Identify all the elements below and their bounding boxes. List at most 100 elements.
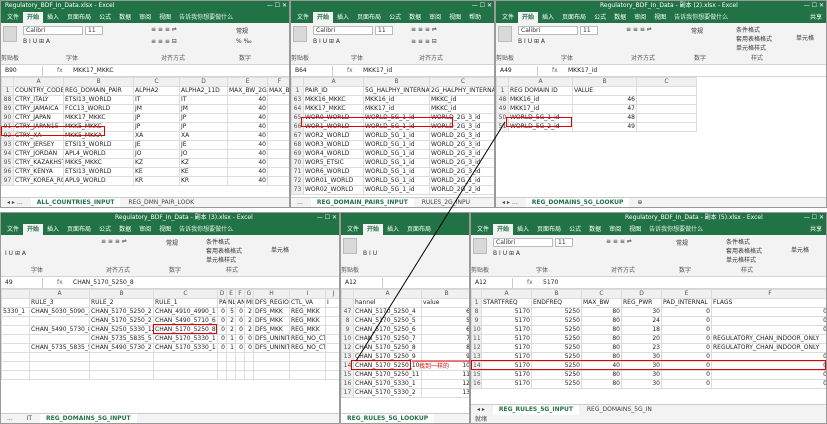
cell[interactable]: 80	[581, 316, 622, 326]
paste-icon[interactable]	[293, 26, 307, 42]
cell[interactable]: 5170	[481, 343, 532, 353]
cell[interactable]: 0	[217, 316, 227, 326]
cell[interactable]: WORLD_2G_3_id	[429, 149, 494, 159]
number-format[interactable]: 常规	[676, 238, 688, 247]
cell[interactable]: 2	[226, 316, 236, 326]
sheet-tab[interactable]: REG_DOMAINS_5G_IN	[581, 405, 658, 415]
tab-formulas[interactable]: 公式	[590, 12, 610, 23]
fx-icon[interactable]: fx	[57, 66, 63, 76]
cell[interactable]	[1, 316, 30, 326]
cell-style-button[interactable]: 单元格样式	[726, 255, 756, 264]
tab-page-layout[interactable]: 页面布局	[558, 12, 590, 23]
align-buttons[interactable]: ≡ ≡ ≡ ⇌	[606, 238, 632, 245]
cell[interactable]	[289, 352, 326, 362]
row-header[interactable]: 71	[291, 167, 304, 177]
cell[interactable]: CHAN_5030_5090_1	[29, 307, 90, 317]
column-header[interactable]	[496, 77, 509, 87]
row-header[interactable]: 70	[291, 158, 304, 168]
table-format-button[interactable]: 套用表格格式	[206, 246, 242, 255]
paste-icon[interactable]	[498, 26, 512, 42]
cell[interactable]: value	[421, 298, 469, 308]
cell[interactable]	[267, 95, 289, 105]
cell[interactable]: 0	[661, 325, 712, 335]
cell[interactable]: RULE_3	[29, 298, 90, 308]
sheet-nav-icon[interactable]: ◂ ▸ …	[1, 198, 29, 207]
cell[interactable]: 1	[226, 334, 236, 344]
row-header[interactable]	[341, 298, 354, 308]
tab-home[interactable]: 开始	[493, 224, 514, 235]
cell[interactable]: CHAN_5170_5330_1	[153, 343, 218, 353]
column-header[interactable]: E	[226, 289, 236, 299]
row-header[interactable]: 8	[341, 316, 354, 326]
cell[interactable]: CHAN_5170_5250_6	[353, 325, 422, 335]
cell[interactable]: 5330_1	[1, 307, 30, 317]
cell[interactable]: WORLD_2G_3_id	[429, 140, 494, 150]
cell-style-button[interactable]: 单元格样式	[206, 255, 236, 264]
cell[interactable]: 0	[235, 334, 245, 344]
cell[interactable]	[217, 361, 227, 371]
column-header[interactable]: F	[711, 289, 826, 299]
tab-file[interactable]: 文件	[498, 12, 518, 23]
font-style-buttons[interactable]: B I U ⊞ A	[313, 38, 340, 45]
font-style-buttons[interactable]: I U ⊞ A	[5, 250, 26, 257]
align-buttons[interactable]: ≡ ≡ ≡ ⇌	[411, 26, 437, 33]
cell[interactable]: CHAN_5170_5250_8	[353, 343, 422, 353]
column-header[interactable]	[291, 77, 304, 87]
cell[interactable]	[217, 352, 227, 362]
sheet-tab[interactable]: REG_DOMAIN_PAIRS_INPUT	[310, 198, 414, 207]
tab-help[interactable]: 帮助	[465, 12, 485, 23]
cell[interactable]: NL	[226, 298, 236, 308]
column-header[interactable]: I	[289, 289, 326, 299]
column-header[interactable]: F	[235, 289, 245, 299]
font-name-box[interactable]: Calibri	[313, 26, 373, 35]
cell[interactable]	[267, 113, 289, 123]
column-header[interactable]: D	[217, 289, 227, 299]
tab-file[interactable]: 文件	[473, 224, 493, 235]
cell[interactable]: REG_MKK	[289, 316, 326, 326]
tab-view[interactable]: 视图	[155, 224, 175, 235]
cell[interactable]: 5250	[531, 307, 582, 317]
cell[interactable]	[636, 122, 697, 132]
fx-icon[interactable]: fx	[347, 66, 353, 76]
cell[interactable]	[267, 149, 289, 159]
tab-home[interactable]: 开始	[518, 12, 539, 23]
cell[interactable]: PA	[217, 298, 227, 308]
tab-file[interactable]: 文件	[3, 224, 23, 235]
conditional-format-button[interactable]: 条件格式	[206, 237, 230, 246]
cell[interactable]: 0	[711, 307, 826, 317]
cell[interactable]: 5170	[481, 316, 532, 326]
font-name-box[interactable]: Calibri	[518, 26, 578, 35]
cell[interactable]: JO	[133, 149, 180, 159]
tab-page-layout[interactable]: 页面布局	[63, 12, 95, 23]
cell-style-button[interactable]: 单元格样式	[736, 43, 766, 52]
cell[interactable]: 5250	[531, 316, 582, 326]
conditional-format-button[interactable]: 条件格式	[736, 25, 760, 34]
cell[interactable]: 80	[581, 379, 622, 389]
cell[interactable]: 30	[621, 307, 662, 317]
cell[interactable]: DFS_REGION	[253, 298, 290, 308]
row-header[interactable]: 15	[471, 370, 482, 380]
column-header[interactable]: A	[29, 289, 90, 299]
cell[interactable]: WOR02_WORLD	[303, 185, 364, 195]
cell[interactable]: 0	[235, 325, 245, 335]
cell[interactable]: KE	[133, 167, 180, 177]
cell[interactable]: WORLD_5G_1_id	[363, 149, 430, 159]
column-header[interactable]: C	[133, 77, 180, 87]
cell[interactable]: WORLD_5G_1_id	[363, 167, 430, 177]
cell[interactable]	[226, 361, 236, 371]
font-size-box[interactable]: 11	[580, 26, 598, 35]
tab-page-layout[interactable]: 页面布局	[533, 224, 565, 235]
cell[interactable]	[325, 325, 339, 335]
cell[interactable]: 5G_HALPHY_INTERNAL	[363, 86, 430, 96]
number-format[interactable]: 常规	[236, 26, 248, 35]
tab-formulas[interactable]: 公式	[95, 224, 115, 235]
row-header[interactable]: 15	[341, 370, 354, 380]
cell[interactable]: MKK17_MKKC	[303, 104, 364, 114]
cell[interactable]	[253, 352, 290, 362]
cell[interactable]: CHAN_5250_5330_12	[89, 325, 154, 335]
align-buttons-2[interactable]: ≡ ≡ ≡ ⊟	[151, 38, 177, 45]
window-controls[interactable]: — ☐ ✕	[804, 1, 824, 11]
cell[interactable]: FCC13_WORLD	[63, 104, 134, 114]
align-buttons[interactable]: ≡ ≡ ≡ ⇌	[626, 26, 652, 33]
sheet-tab[interactable]: REG_DMN_PAIR_LOOK	[122, 198, 200, 207]
